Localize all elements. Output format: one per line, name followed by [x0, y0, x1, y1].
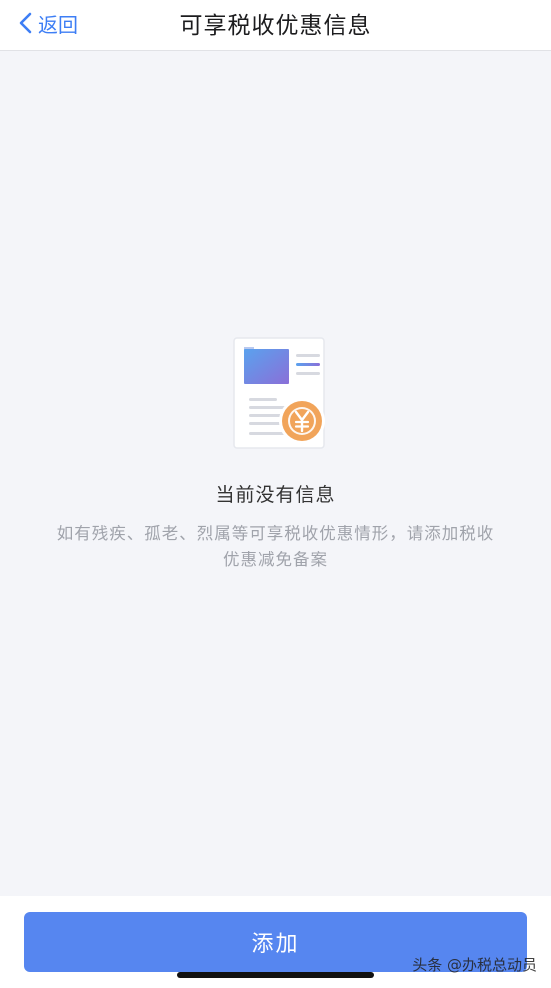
- bottom-bar: 添加 头条 @办税总动员: [0, 896, 551, 988]
- empty-state-description: 如有残疾、孤老、烈属等可享税收优惠情形，请添加税收优惠减免备案: [56, 524, 495, 569]
- empty-state: 当前没有信息 如有残疾、孤老、烈属等可享税收优惠情形，请添加税收优惠减免备案: [0, 336, 551, 573]
- empty-state-title: 当前没有信息: [215, 484, 336, 506]
- page-title: 可享税收优惠信息: [179, 13, 372, 39]
- watermark: 头条 @办税总动员: [412, 956, 537, 974]
- navigation-bar: 返回 可享税收优惠信息: [0, 0, 551, 51]
- document-coin-icon: [232, 337, 325, 449]
- home-indicator: [177, 972, 374, 978]
